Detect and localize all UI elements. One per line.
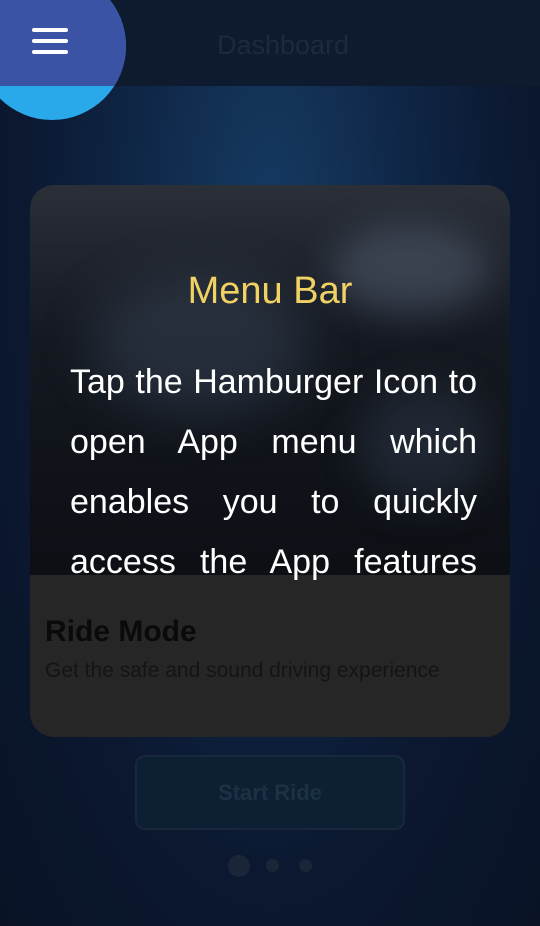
card-info-panel: Ride Mode Get the safe and sound driving… — [30, 575, 510, 737]
card-subtitle: Get the safe and sound driving experienc… — [45, 659, 440, 682]
start-ride-button[interactable]: Start Ride — [135, 755, 405, 830]
tooltip-title: Menu Bar — [187, 270, 353, 312]
page-dot[interactable] — [266, 859, 279, 872]
page-dot[interactable] — [228, 855, 250, 877]
tooltip-body: Tap the Hamburger Icon to open App menu … — [70, 363, 477, 581]
card-title: Ride Mode — [45, 615, 197, 648]
hamburger-menu-icon[interactable] — [32, 28, 68, 58]
page-indicator — [0, 853, 540, 879]
page-dot[interactable] — [299, 859, 312, 872]
